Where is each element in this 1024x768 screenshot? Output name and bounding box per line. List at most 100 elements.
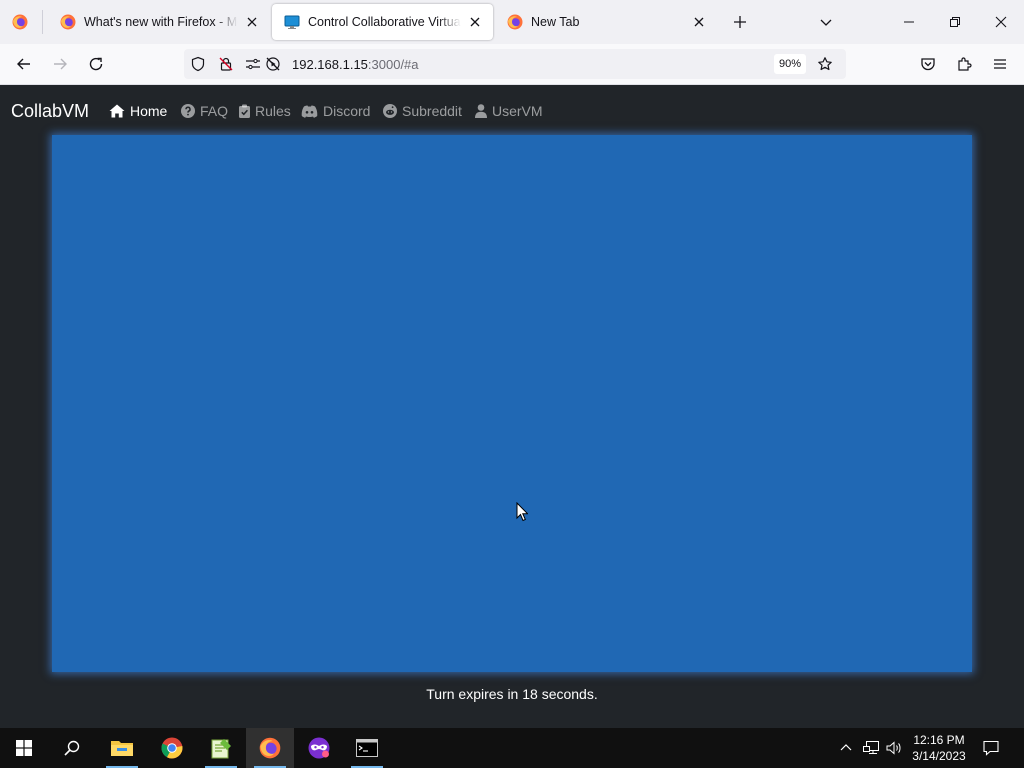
nav-link-label: UserVM — [492, 103, 543, 119]
taskbar-firefox[interactable] — [246, 728, 294, 768]
site-brand[interactable]: CollabVM — [11, 101, 89, 122]
nav-link-label: FAQ — [200, 103, 229, 119]
discord-icon — [301, 105, 318, 118]
tab-title: New Tab — [531, 15, 580, 29]
insecure-lock-icon[interactable] — [217, 55, 235, 73]
restore-window-button[interactable] — [941, 8, 969, 36]
forward-button[interactable] — [46, 50, 74, 78]
speaker-icon — [886, 741, 901, 755]
close-tab-icon[interactable] — [689, 12, 709, 32]
new-tab-button[interactable] — [726, 8, 754, 36]
action-center-button[interactable] — [981, 738, 1001, 758]
arrow-right-icon — [54, 58, 67, 70]
tab-new-tab[interactable]: New Tab — [495, 4, 717, 40]
firefox-icon — [12, 14, 28, 30]
nav-link-label: Subreddit — [402, 103, 462, 119]
shield-icon[interactable] — [189, 55, 207, 73]
turn-status-text: Turn expires in 18 seconds. — [426, 686, 598, 702]
private-mask-icon — [308, 737, 330, 759]
extensions-button[interactable] — [950, 50, 978, 78]
question-circle-icon — [181, 104, 195, 118]
nav-link-label: Discord — [323, 103, 371, 119]
restore-icon — [950, 17, 960, 27]
bookmark-star-icon[interactable] — [816, 55, 834, 73]
close-window-button[interactable] — [987, 8, 1015, 36]
search-button[interactable] — [48, 728, 96, 768]
tab-title: What's new with Firefox - More — [84, 15, 238, 29]
clipboard-check-icon — [239, 104, 250, 118]
autoplay-blocked-icon[interactable] — [264, 55, 282, 73]
windows-taskbar: 12:16 PM 3/14/2023 — [0, 728, 1024, 768]
clock-date: 3/14/2023 — [912, 749, 966, 763]
back-button[interactable] — [10, 50, 38, 78]
permissions-icon[interactable] — [244, 55, 262, 73]
user-icon — [475, 104, 487, 118]
network-icon — [863, 741, 879, 754]
show-hidden-icons-button[interactable] — [836, 738, 856, 758]
taskbar-file-explorer[interactable] — [98, 728, 146, 768]
nav-link-faq[interactable]: FAQ — [181, 103, 228, 119]
nav-link-home[interactable]: Home — [109, 103, 167, 119]
reload-button[interactable] — [82, 50, 110, 78]
tab-title: Control Collaborative Virtual M — [308, 15, 461, 29]
firefox-view-button[interactable] — [4, 6, 36, 38]
reload-icon — [89, 57, 103, 71]
vm-display[interactable] — [52, 135, 972, 672]
nav-link-label: Rules — [255, 103, 291, 119]
url-bar[interactable]: 192.168.1.15:3000/#a 90% — [184, 49, 846, 79]
notification-icon — [983, 740, 999, 756]
minimize-window-button[interactable] — [895, 8, 923, 36]
list-all-tabs-button[interactable] — [812, 8, 840, 36]
close-tab-icon[interactable] — [465, 12, 485, 32]
nav-link-discord[interactable]: Discord — [301, 103, 370, 119]
taskbar-command-prompt[interactable] — [343, 728, 391, 768]
tab-separator — [42, 10, 43, 34]
network-tray-button[interactable] — [861, 738, 881, 758]
arrow-left-icon — [17, 58, 30, 70]
start-button[interactable] — [0, 728, 48, 768]
notepad-icon — [211, 739, 231, 759]
tab-collabvm[interactable]: Control Collaborative Virtual M — [272, 4, 493, 40]
firefox-icon — [60, 14, 76, 30]
nav-link-subreddit[interactable]: Subreddit — [383, 103, 462, 119]
nav-link-rules[interactable]: Rules — [239, 103, 291, 119]
chevron-down-icon — [820, 19, 832, 26]
windows-logo-icon — [16, 740, 32, 756]
mouse-cursor-icon — [516, 502, 528, 522]
close-tab-icon[interactable] — [242, 12, 262, 32]
zoom-reset-button[interactable]: 90% — [774, 54, 807, 74]
close-icon — [995, 16, 1007, 28]
url-path: :3000/#a — [367, 57, 419, 72]
chevron-up-icon — [840, 744, 852, 751]
terminal-icon — [356, 739, 378, 757]
minimize-icon — [904, 21, 914, 23]
pocket-icon — [921, 58, 935, 71]
reddit-icon — [383, 104, 397, 118]
puzzle-piece-icon — [958, 57, 972, 71]
firefox-icon — [259, 737, 281, 759]
firefox-icon — [507, 14, 523, 30]
search-icon — [64, 740, 80, 756]
folder-icon — [111, 741, 133, 756]
taskbar-clock[interactable]: 12:16 PM 3/14/2023 — [904, 732, 974, 764]
nav-link-label: Home — [130, 103, 168, 119]
browser-tab-strip: What's new with Firefox - More Control C… — [0, 0, 1024, 44]
tab-whats-new[interactable]: What's new with Firefox - More — [48, 4, 270, 40]
plus-icon — [734, 16, 746, 28]
taskbar-chrome[interactable] — [148, 728, 196, 768]
app-menu-button[interactable] — [986, 50, 1014, 78]
nav-link-uservm[interactable]: UserVM — [475, 103, 543, 119]
volume-tray-button[interactable] — [884, 738, 904, 758]
monitor-icon — [284, 15, 300, 29]
url-host: 192.168.1.15 — [292, 57, 368, 72]
browser-navigation-toolbar: 192.168.1.15:3000/#a 90% — [0, 44, 1024, 85]
home-icon — [109, 104, 125, 118]
pocket-button[interactable] — [914, 50, 942, 78]
site-navbar: CollabVM Home FAQ Rules Discord Subreddi… — [0, 86, 1024, 136]
hamburger-menu-icon — [994, 59, 1006, 69]
taskbar-private-browsing[interactable] — [295, 728, 343, 768]
url-text[interactable]: 192.168.1.15:3000/#a — [292, 57, 419, 72]
taskbar-notepad-plus[interactable] — [197, 728, 245, 768]
chrome-icon — [161, 737, 183, 759]
clock-time: 12:16 PM — [913, 733, 965, 747]
